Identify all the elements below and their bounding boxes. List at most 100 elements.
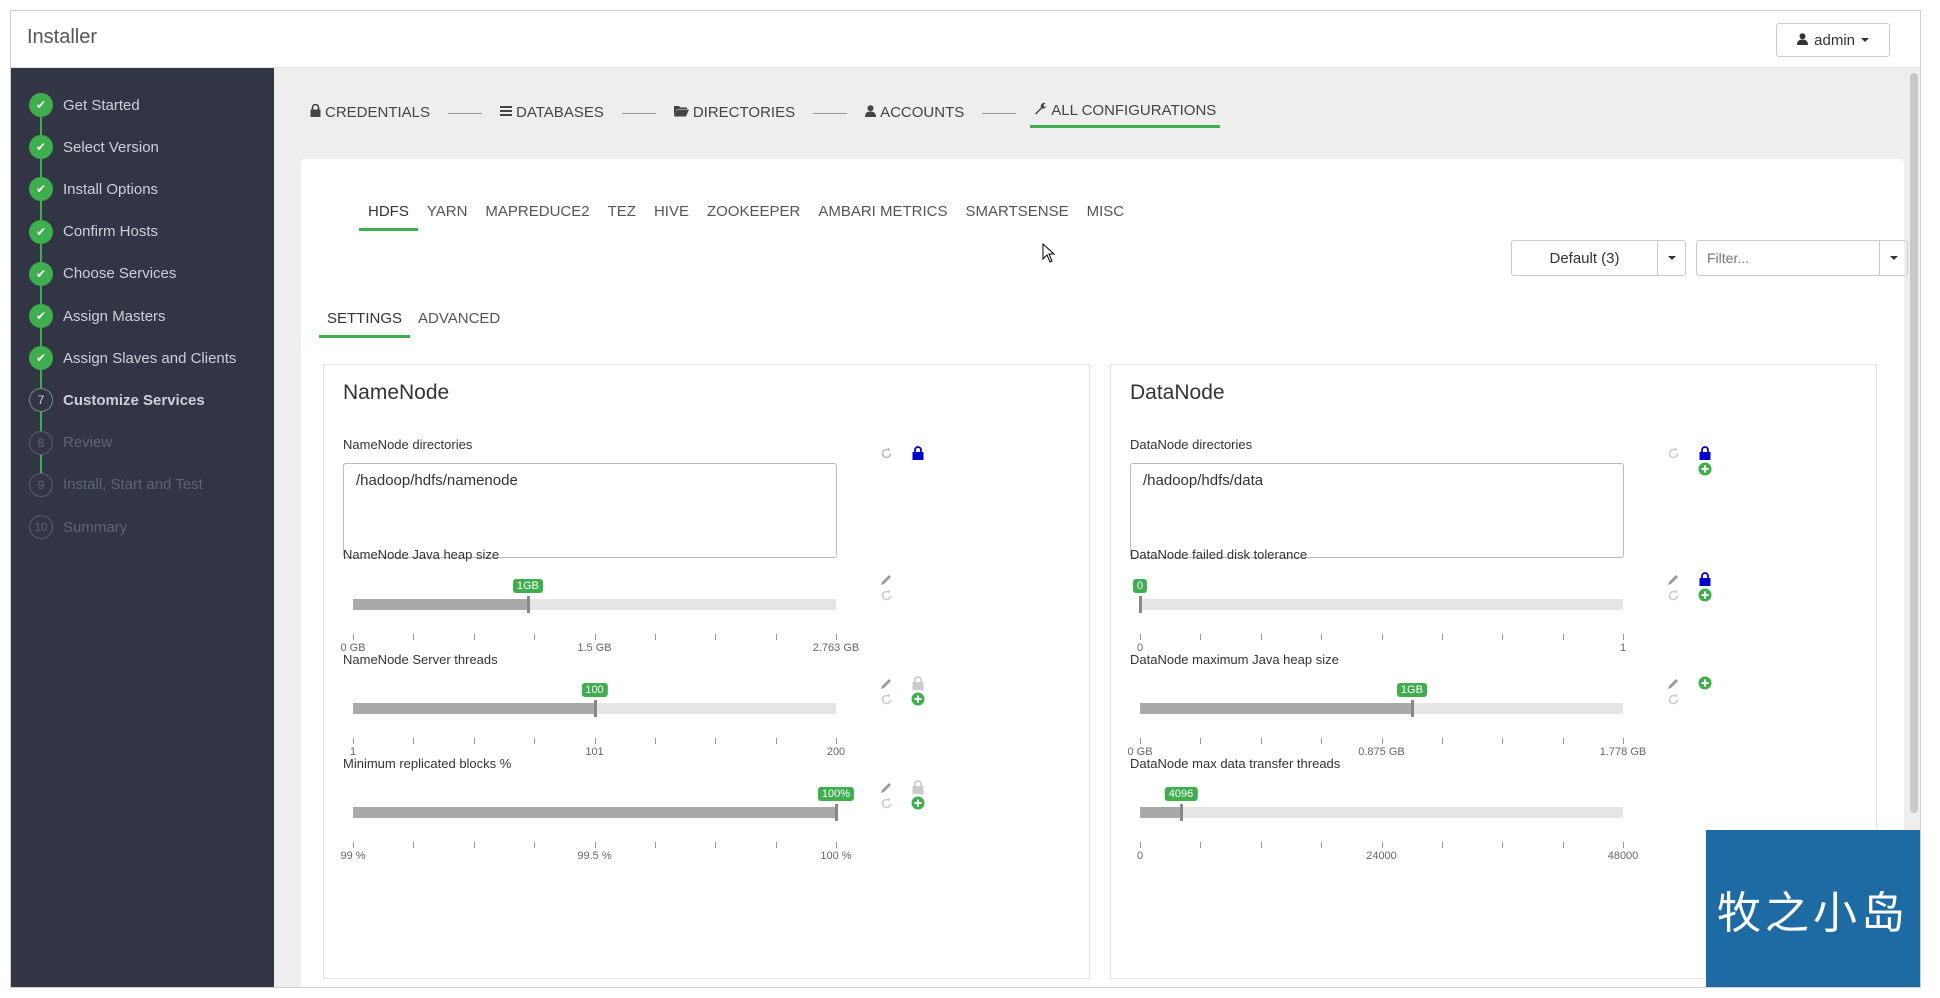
wizard-step-get-started[interactable]: ✔ Get Started xyxy=(29,90,140,120)
service-tab-mapreduce2[interactable]: MAPREDUCE2 xyxy=(476,197,598,231)
tab-credentials[interactable]: CREDENTIALS xyxy=(306,100,434,127)
tab-label: CREDENTIALS xyxy=(325,103,431,121)
undo-icon[interactable] xyxy=(1665,445,1681,461)
check-icon: ✔ xyxy=(29,261,53,286)
replicated-blocks-slider[interactable]: 100% 99 % 99.5 % 100 % xyxy=(340,783,855,862)
namenode-directories-input[interactable]: /hadoop/hdfs/namenode xyxy=(343,463,837,558)
tab-databases[interactable]: DATABASES xyxy=(496,100,608,127)
edit-icon[interactable] xyxy=(1665,675,1681,691)
service-tab-hive[interactable]: HIVE xyxy=(645,197,698,231)
service-tab-hdfs[interactable]: HDFS xyxy=(359,197,418,231)
config-group-toolbar: Default (3) xyxy=(1511,240,1908,276)
folder-icon xyxy=(673,104,689,121)
wizard-step-label: Confirm Hosts xyxy=(63,223,159,241)
slider-tick xyxy=(654,634,656,640)
subtab-advanced[interactable]: ADVANCED xyxy=(410,304,508,338)
service-tab-misc[interactable]: MISC xyxy=(1078,197,1134,231)
field-label: NameNode Server threads xyxy=(343,652,498,667)
tab-separator xyxy=(448,112,483,114)
datanode-heap-slider[interactable]: 1GB 0 GB 0.875 GB 1.778 GB xyxy=(1127,679,1646,758)
service-tab-tez[interactable]: TEZ xyxy=(599,197,645,231)
slider-handle[interactable] xyxy=(1139,596,1142,613)
slider-track[interactable]: 100% 99 % 99.5 % 100 % xyxy=(340,787,855,862)
config-group-caret[interactable] xyxy=(1657,241,1685,275)
slider-tick xyxy=(715,634,717,640)
slider-track[interactable]: 001 xyxy=(1132,579,1626,654)
add-override-icon[interactable] xyxy=(910,691,926,707)
slider-tick xyxy=(1562,634,1564,640)
slider-track[interactable]: 4096 0 24000 48000 xyxy=(1137,787,1638,862)
wizard-step-label: Install Options xyxy=(63,180,159,198)
edit-icon[interactable] xyxy=(878,779,894,795)
edit-icon[interactable] xyxy=(878,675,894,691)
slider-value-badge: 100 xyxy=(581,683,608,697)
tab-all-configurations[interactable]: ALL CONFIGURATIONS xyxy=(1030,98,1221,128)
service-tab-smartsense[interactable]: SMARTSENSE xyxy=(957,197,1078,231)
slider-tick xyxy=(353,634,354,640)
tab-label: ACCOUNTS xyxy=(880,103,965,121)
slider-tick xyxy=(715,842,717,848)
add-override-icon[interactable] xyxy=(1697,587,1713,603)
slider-track[interactable]: 1GB 0 GB 1.5 GB 2.763 GB xyxy=(340,579,859,654)
slider-track[interactable]: 1GB 0 GB 0.875 GB 1.778 GB xyxy=(1127,683,1646,758)
undo-icon[interactable] xyxy=(878,587,894,603)
lock-icon[interactable] xyxy=(910,445,926,461)
slider-tick xyxy=(594,634,596,640)
config-group-button[interactable]: Default (3) xyxy=(1512,241,1657,275)
config-group-dropdown[interactable]: Default (3) xyxy=(1511,240,1686,276)
wizard-step-assign-slaves-and-clients[interactable]: ✔ Assign Slaves and Clients xyxy=(29,343,236,373)
datanode-directories-input[interactable]: /hadoop/hdfs/data xyxy=(1130,463,1624,558)
edit-icon[interactable] xyxy=(1665,571,1681,587)
wizard-step-select-version[interactable]: ✔ Select Version xyxy=(29,132,159,162)
service-tab-zookeeper[interactable]: ZOOKEEPER xyxy=(698,197,809,231)
wizard-step-label: Summary xyxy=(63,518,128,536)
slider-handle[interactable] xyxy=(526,596,530,613)
slider-handle[interactable] xyxy=(835,804,838,821)
add-override-icon[interactable] xyxy=(910,795,926,811)
lock-icon[interactable] xyxy=(1697,445,1713,461)
wizard-step-assign-masters[interactable]: ✔ Assign Masters xyxy=(29,301,166,331)
add-override-icon[interactable] xyxy=(1697,461,1713,477)
tab-label: DATABASES xyxy=(516,103,604,121)
tab-directories[interactable]: DIRECTORIES xyxy=(670,100,799,127)
user-menu-button[interactable]: admin xyxy=(1776,23,1890,57)
wizard-step-confirm-hosts[interactable]: ✔ Confirm Hosts xyxy=(29,217,158,247)
slider-handle[interactable] xyxy=(1180,804,1184,821)
wizard-step-customize-services[interactable]: 7 Customize Services xyxy=(29,385,205,415)
undo-icon[interactable] xyxy=(1665,691,1681,707)
transfer-threads-slider[interactable]: 4096 0 24000 48000 xyxy=(1130,783,1638,862)
slider-tick xyxy=(775,842,777,848)
slider-tick xyxy=(715,738,717,744)
lock-icon[interactable] xyxy=(910,675,926,691)
disk-tolerance-slider[interactable]: 001 xyxy=(1130,575,1630,654)
lock-icon[interactable] xyxy=(910,779,926,795)
namenode-threads-slider[interactable]: 100 1 101 200 xyxy=(343,679,845,758)
namenode-heap-slider[interactable]: 1GB 0 GB 1.5 GB 2.763 GB xyxy=(340,575,859,654)
filter-input[interactable] xyxy=(1697,241,1879,275)
service-tab-yarn[interactable]: YARN xyxy=(418,197,477,231)
slider-handle[interactable] xyxy=(593,700,597,717)
slider-tick xyxy=(1562,738,1564,744)
subtab-settings[interactable]: SETTINGS xyxy=(319,304,411,338)
field-label: NameNode directories xyxy=(343,437,473,452)
slider-tick xyxy=(1321,738,1323,744)
undo-icon[interactable] xyxy=(1665,587,1681,603)
undo-icon[interactable] xyxy=(878,445,894,461)
slider-track[interactable]: 100 1 101 200 xyxy=(350,683,845,758)
wizard-step-choose-services[interactable]: ✔ Choose Services xyxy=(29,259,176,289)
user-icon xyxy=(1797,32,1809,49)
service-tab-ambari-metrics[interactable]: AMBARI METRICS xyxy=(809,197,956,231)
add-override-icon[interactable] xyxy=(1697,675,1713,691)
lock-icon[interactable] xyxy=(1697,571,1713,587)
slider-handle[interactable] xyxy=(1410,700,1414,717)
undo-icon[interactable] xyxy=(878,691,894,707)
page-scrollbar[interactable] xyxy=(1910,73,1918,813)
wizard-step-label: Select Version xyxy=(63,138,159,156)
wizard-step-install-options[interactable]: ✔ Install Options xyxy=(29,174,158,204)
filter-caret[interactable] xyxy=(1879,241,1907,275)
tab-separator xyxy=(813,112,848,114)
edit-icon[interactable] xyxy=(878,571,894,587)
tab-accounts[interactable]: ACCOUNTS xyxy=(861,100,968,127)
undo-icon[interactable] xyxy=(878,795,894,811)
slider-tick-label: 1 xyxy=(1619,642,1627,654)
